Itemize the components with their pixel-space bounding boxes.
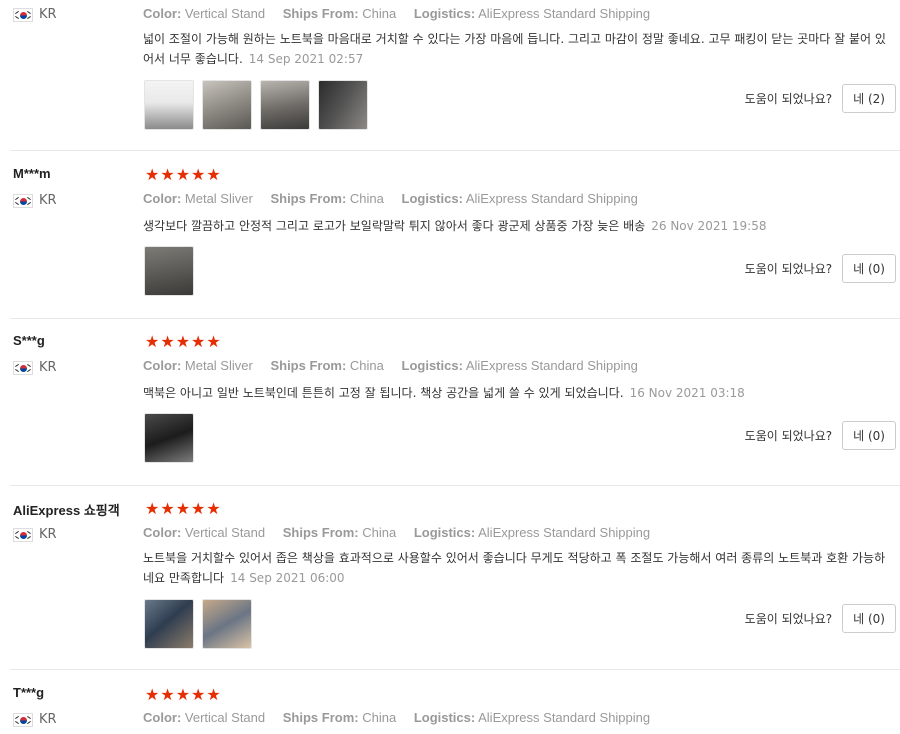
star-rating: ★★★★★ (145, 165, 222, 184)
review-photo[interactable] (144, 80, 194, 130)
ships-from-value: China (362, 710, 397, 725)
logistics-value: AliExpress Standard Shipping (465, 191, 638, 206)
helpful-yes-button[interactable]: 네 (0) (842, 254, 896, 283)
logistics-label: Logistics: (413, 525, 476, 540)
helpful-section: 도움이 되었나요? 네 (0) (745, 421, 896, 450)
reviewer-country: KR (13, 527, 57, 542)
color-value: Metal Sliver (184, 358, 253, 373)
ships-from-label: Ships From: (270, 358, 347, 373)
helpful-question: 도움이 되었나요? (744, 429, 833, 443)
logistics-label: Logistics: (401, 358, 463, 373)
review-content: 맥북은 아니고 일반 노트북인데 튼튼히 고정 잘 됩니다. 책상 공간을 넓게… (143, 383, 893, 403)
helpful-yes-button[interactable]: 네 (0) (842, 604, 896, 633)
reviewer-name: M***m (13, 166, 51, 181)
star-rating: ★★★★★ (145, 685, 222, 704)
review-text: 생각보다 깔끔하고 안정적 그리고 로고가 보일락말락 튀지 않아서 좋다 광군… (143, 219, 646, 233)
ships-from-label: Ships From: (270, 191, 347, 206)
color-label: Color: (143, 191, 182, 206)
color-label: Color: (143, 710, 182, 725)
reviewer-country: KR (13, 360, 57, 375)
reviewer-country: KR (13, 712, 57, 727)
helpful-question: 도움이 되었나요? (744, 262, 833, 276)
review-meta: Color: Vertical Stand Ships From: China … (143, 6, 650, 21)
review-date: 26 Nov 2021 19:58 (651, 219, 767, 233)
review-photo[interactable] (202, 80, 252, 130)
review-photo[interactable] (144, 599, 194, 649)
review-photo[interactable] (202, 599, 252, 649)
review-date: 16 Nov 2021 03:18 (629, 386, 745, 400)
review-photos (144, 599, 252, 649)
kr-flag-icon (13, 527, 33, 542)
color-value: Metal Sliver (184, 191, 253, 206)
ships-from-value: China (349, 191, 384, 206)
review-date: 14 Sep 2021 02:57 (248, 52, 364, 66)
review-meta: Color: Metal Sliver Ships From: China Lo… (143, 358, 638, 373)
kr-flag-icon (13, 193, 33, 208)
ships-from-label: Ships From: (282, 710, 359, 725)
helpful-question: 도움이 되었나요? (744, 92, 833, 106)
review-photo[interactable] (318, 80, 368, 130)
color-label: Color: (143, 525, 182, 540)
helpful-yes-button[interactable]: 네 (2) (842, 84, 896, 113)
divider (10, 669, 900, 670)
color-value: Vertical Stand (184, 525, 266, 540)
logistics-label: Logistics: (401, 191, 463, 206)
review-text: 맥북은 아니고 일반 노트북인데 튼튼히 고정 잘 됩니다. 책상 공간을 넓게… (143, 386, 624, 400)
review-photos (144, 413, 194, 463)
logistics-label: Logistics: (413, 6, 476, 21)
star-rating: ★★★★★ (145, 499, 222, 518)
logistics-value: AliExpress Standard Shipping (478, 525, 651, 540)
logistics-value: AliExpress Standard Shipping (478, 710, 651, 725)
review-photo[interactable] (144, 246, 194, 296)
kr-flag-icon (13, 7, 33, 22)
reviewer-country: KR (13, 7, 57, 22)
review-meta: Color: Metal Sliver Ships From: China Lo… (143, 191, 638, 206)
review-meta: Color: Vertical Stand Ships From: China … (143, 710, 650, 725)
review-photos (144, 80, 368, 130)
review-meta: Color: Vertical Stand Ships From: China … (143, 525, 650, 540)
review-photo[interactable] (260, 80, 310, 130)
ships-from-value: China (362, 6, 397, 21)
divider (10, 318, 900, 319)
divider (10, 485, 900, 486)
ships-from-value: China (362, 525, 397, 540)
reviewer-country: KR (13, 193, 57, 208)
kr-flag-icon (13, 712, 33, 727)
helpful-section: 도움이 되었나요? 네 (2) (745, 84, 896, 113)
kr-flag-icon (13, 360, 33, 375)
ships-from-value: China (349, 358, 384, 373)
reviewer-name: T***g (13, 685, 45, 700)
review-content: 넓이 조절이 가능해 원하는 노트북을 마음대로 거치할 수 있다는 가장 마음… (143, 29, 893, 69)
ships-from-label: Ships From: (282, 6, 359, 21)
logistics-value: AliExpress Standard Shipping (478, 6, 651, 21)
review-date: 14 Sep 2021 06:00 (230, 571, 345, 585)
divider (10, 150, 900, 151)
review-photos (144, 246, 194, 296)
review-photo[interactable] (144, 413, 194, 463)
ships-from-label: Ships From: (282, 525, 359, 540)
logistics-label: Logistics: (413, 710, 476, 725)
color-value: Vertical Stand (184, 710, 266, 725)
color-label: Color: (143, 6, 182, 21)
review-content: 생각보다 깔끔하고 안정적 그리고 로고가 보일락말락 튀지 않아서 좋다 광군… (143, 216, 893, 236)
logistics-value: AliExpress Standard Shipping (465, 358, 638, 373)
helpful-section: 도움이 되었나요? 네 (0) (745, 254, 896, 283)
helpful-yes-button[interactable]: 네 (0) (842, 421, 896, 450)
helpful-section: 도움이 되었나요? 네 (0) (745, 604, 896, 633)
color-value: Vertical Stand (184, 6, 266, 21)
helpful-question: 도움이 되었나요? (744, 612, 833, 626)
review-content: 노트북을 거치할수 있어서 좁은 책상을 효과적으로 사용할수 있어서 좋습니다… (143, 548, 893, 588)
reviewer-name: AliExpress 쇼핑객 (13, 503, 120, 518)
color-label: Color: (143, 358, 182, 373)
reviewer-name: S***g (13, 333, 45, 348)
star-rating: ★★★★★ (145, 332, 222, 351)
